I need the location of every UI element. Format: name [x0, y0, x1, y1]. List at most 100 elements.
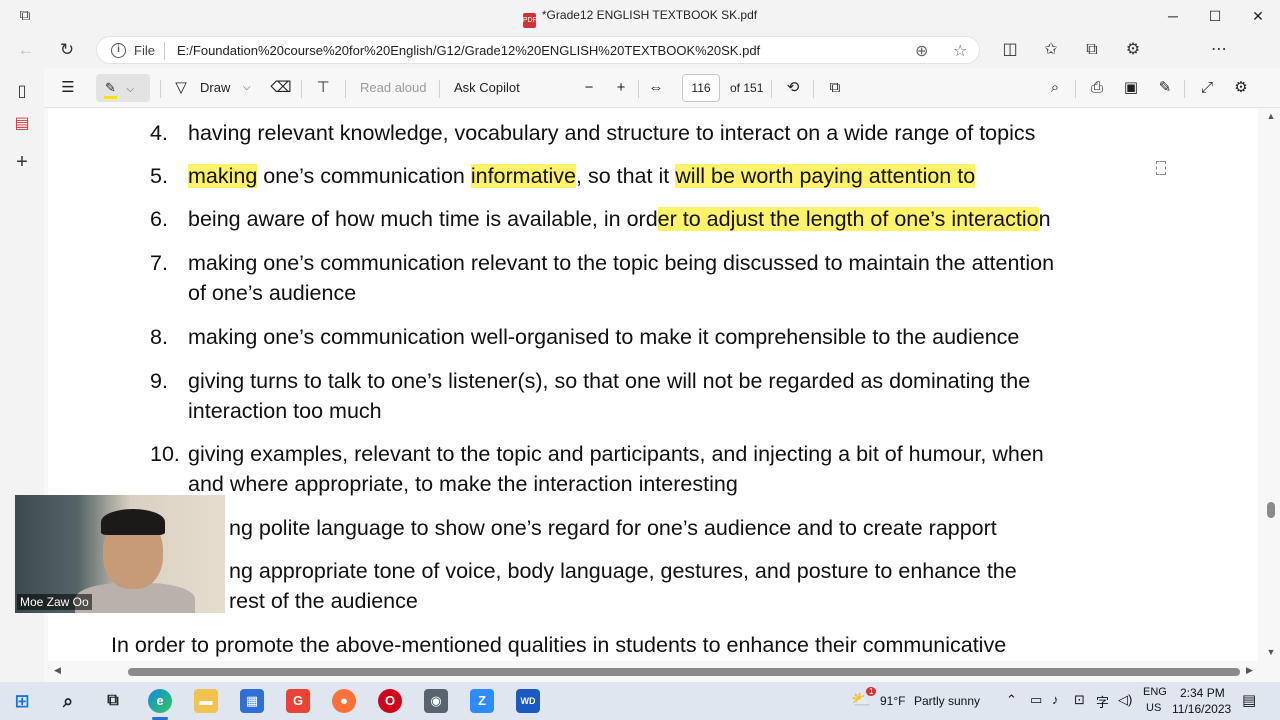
- highlighted-text[interactable]: will be worth paying attention to: [675, 164, 976, 188]
- highlighted-text[interactable]: er to adjust the length of one’s interac…: [657, 207, 1039, 231]
- clock-date[interactable]: 11/16/2023: [1172, 702, 1231, 716]
- opera-icon[interactable]: O: [378, 689, 402, 713]
- webcam-name-tag: Moe Zaw Oo: [17, 594, 92, 610]
- scroll-up-icon[interactable]: ▲: [1265, 111, 1277, 121]
- list-item: making one’s communication informative, …: [188, 164, 976, 189]
- zoom-in-button[interactable]: +: [610, 78, 632, 98]
- search-icon[interactable]: ⌕: [1044, 78, 1066, 98]
- close-window-button[interactable]: ✕: [1235, 0, 1280, 32]
- erase-icon[interactable]: ⌫: [270, 78, 292, 98]
- list-item-number: 5.: [150, 164, 168, 188]
- text-span: one’s communication: [257, 164, 471, 188]
- zoom-app-icon[interactable]: Z: [470, 689, 494, 713]
- windows-start-icon[interactable]: ⊞: [10, 689, 34, 713]
- contents-icon[interactable]: ☰: [57, 78, 79, 98]
- scroll-thumb[interactable]: [1267, 502, 1275, 518]
- list-item: having relevant knowledge, vocabulary an…: [188, 121, 1035, 146]
- meet-now-icon[interactable]: ▭: [1030, 692, 1042, 708]
- collections-icon[interactable]: ⧉: [1080, 40, 1104, 60]
- microphone-icon[interactable]: ♪: [1052, 692, 1059, 707]
- pdf-viewer[interactable]: 4. having relevant knowledge, vocabulary…: [44, 109, 1262, 661]
- scroll-down-icon[interactable]: ▼: [1265, 647, 1277, 657]
- draw-icon: ▽: [175, 79, 187, 96]
- network-icon[interactable]: ⊡: [1074, 692, 1085, 708]
- task-view-icon[interactable]: ⧉: [101, 689, 125, 713]
- zoom-out-button[interactable]: −: [578, 78, 600, 98]
- chevron-down-icon[interactable]: ⌵: [243, 78, 251, 98]
- list-item: being aware of how much time is availabl…: [188, 207, 1051, 232]
- zoom-icon[interactable]: ⊕: [915, 41, 928, 61]
- star-icon[interactable]: ☆: [953, 41, 967, 61]
- chevron-up-icon[interactable]: ⌃: [1006, 692, 1017, 708]
- back-icon[interactable]: ←: [12, 38, 40, 62]
- scroll-left-icon[interactable]: ◀: [54, 665, 61, 676]
- firefox-icon[interactable]: ●: [332, 689, 356, 713]
- chevron-down-icon[interactable]: ⌵: [127, 84, 135, 95]
- divider: [160, 80, 161, 98]
- clock-time[interactable]: 2:34 PM: [1180, 686, 1225, 700]
- highlighted-text[interactable]: making: [188, 164, 258, 188]
- chrome-app-icon[interactable]: G: [286, 689, 310, 713]
- title-bar: ⧉ PDF *Grade12 ENGLISH TEXTBOOK SK.pdf ─ …: [0, 0, 1280, 32]
- page-view-icon[interactable]: ⧉: [824, 78, 846, 98]
- split-screen-icon[interactable]: ◫: [998, 40, 1022, 60]
- info-icon[interactable]: i: [111, 43, 126, 58]
- tab-actions-icon[interactable]: ▯: [10, 80, 34, 104]
- volume-icon[interactable]: ◁): [1118, 692, 1132, 708]
- list-item-number: 6.: [150, 207, 168, 231]
- divider: [164, 42, 165, 60]
- notifications-icon[interactable]: ▤: [1242, 691, 1256, 709]
- refresh-icon[interactable]: ↻: [53, 38, 81, 62]
- ask-copilot-button[interactable]: Ask Copilot: [454, 78, 520, 98]
- text-span: being aware of how much time is availabl…: [188, 207, 658, 231]
- window-title: PDF *Grade12 ENGLISH TEXTBOOK SK.pdf: [0, 8, 1280, 28]
- save-as-icon[interactable]: ✎: [1154, 78, 1176, 98]
- url-text[interactable]: E:/Foundation%20course%20for%20English/G…: [177, 43, 760, 58]
- list-item-number: 9.: [150, 369, 168, 393]
- divider: [771, 80, 772, 98]
- fit-icon[interactable]: ⇔: [645, 78, 667, 98]
- input-method-icon[interactable]: 字: [1096, 692, 1109, 711]
- list-item: giving turns to talk to one’s listener(s…: [188, 369, 1031, 393]
- pdf-page: 4. having relevant knowledge, vocabulary…: [48, 109, 1258, 661]
- list-item-number: 4.: [150, 121, 168, 145]
- paragraph: In order to promote the above-mentioned …: [111, 633, 1007, 657]
- language-bottom[interactable]: US: [1146, 702, 1161, 714]
- page-number-input[interactable]: 116: [682, 74, 720, 102]
- pdf-tab-icon[interactable]: ▤: [10, 112, 34, 136]
- fullscreen-icon[interactable]: ⤢: [1196, 78, 1218, 98]
- settings-icon[interactable]: ⚙: [1230, 78, 1252, 98]
- more-icon[interactable]: ⋯: [1207, 40, 1231, 60]
- word-icon[interactable]: WD: [516, 689, 540, 713]
- favorites-icon[interactable]: ✩: [1039, 40, 1063, 60]
- edge-icon[interactable]: e: [148, 689, 172, 713]
- camera-icon[interactable]: ◉: [424, 689, 448, 713]
- draw-button[interactable]: Draw: [200, 78, 230, 98]
- save-icon[interactable]: ▣: [1120, 78, 1142, 98]
- address-bar[interactable]: i File E:/Foundation%20course%20for%20En…: [96, 36, 980, 64]
- scroll-thumb[interactable]: [128, 668, 1240, 676]
- highlight-icon: ✎: [104, 80, 117, 99]
- horizontal-scrollbar[interactable]: ◀ ▶: [44, 661, 1262, 682]
- list-item-continuation: and where appropriate, to make the inter…: [188, 472, 738, 496]
- weather-desc[interactable]: Partly sunny: [914, 694, 980, 708]
- file-explorer-icon[interactable]: ▬: [194, 689, 218, 713]
- store-icon[interactable]: ▦: [240, 689, 264, 713]
- search-icon[interactable]: ⌕: [56, 689, 80, 713]
- scroll-right-icon[interactable]: ▶: [1246, 665, 1253, 676]
- extensions-icon[interactable]: ⚙: [1121, 40, 1145, 60]
- print-icon[interactable]: ⎙: [1086, 78, 1108, 98]
- rotate-icon[interactable]: ⟲: [782, 78, 804, 98]
- new-tab-icon[interactable]: +: [10, 150, 34, 174]
- highlight-button[interactable]: ✎ ⌵: [96, 74, 150, 102]
- text-span: having relevant knowledge, vocabulary an…: [188, 121, 1036, 145]
- language-top[interactable]: ENG: [1143, 686, 1167, 698]
- minimize-button[interactable]: ─: [1150, 0, 1196, 32]
- read-aloud-button[interactable]: Read aloud: [360, 78, 427, 98]
- vertical-scrollbar[interactable]: ▲ ▼: [1262, 109, 1280, 661]
- webcam-overlay[interactable]: Moe Zaw Oo: [15, 495, 225, 613]
- highlighted-text[interactable]: informative: [470, 164, 576, 188]
- weather-temp[interactable]: 91°F: [880, 694, 905, 708]
- text-icon[interactable]: ⊤: [312, 78, 334, 98]
- maximize-button[interactable]: ☐: [1192, 0, 1238, 32]
